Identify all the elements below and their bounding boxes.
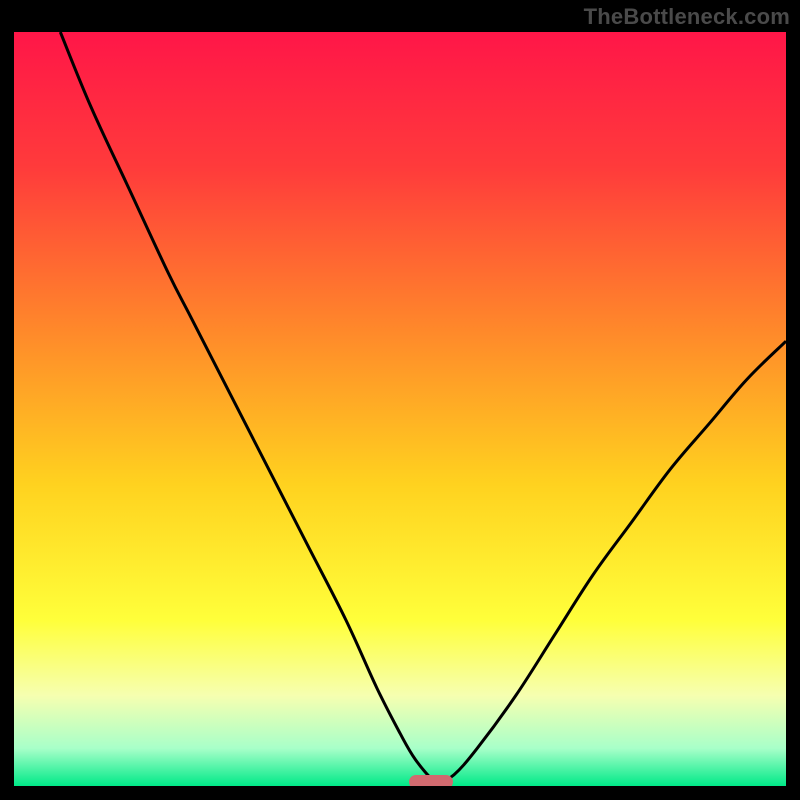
chart-container: TheBottleneck.com [0,0,800,800]
gradient-plot [14,32,786,786]
plot-area [14,32,786,786]
watermark-text: TheBottleneck.com [584,4,790,30]
optimal-marker [409,775,453,786]
